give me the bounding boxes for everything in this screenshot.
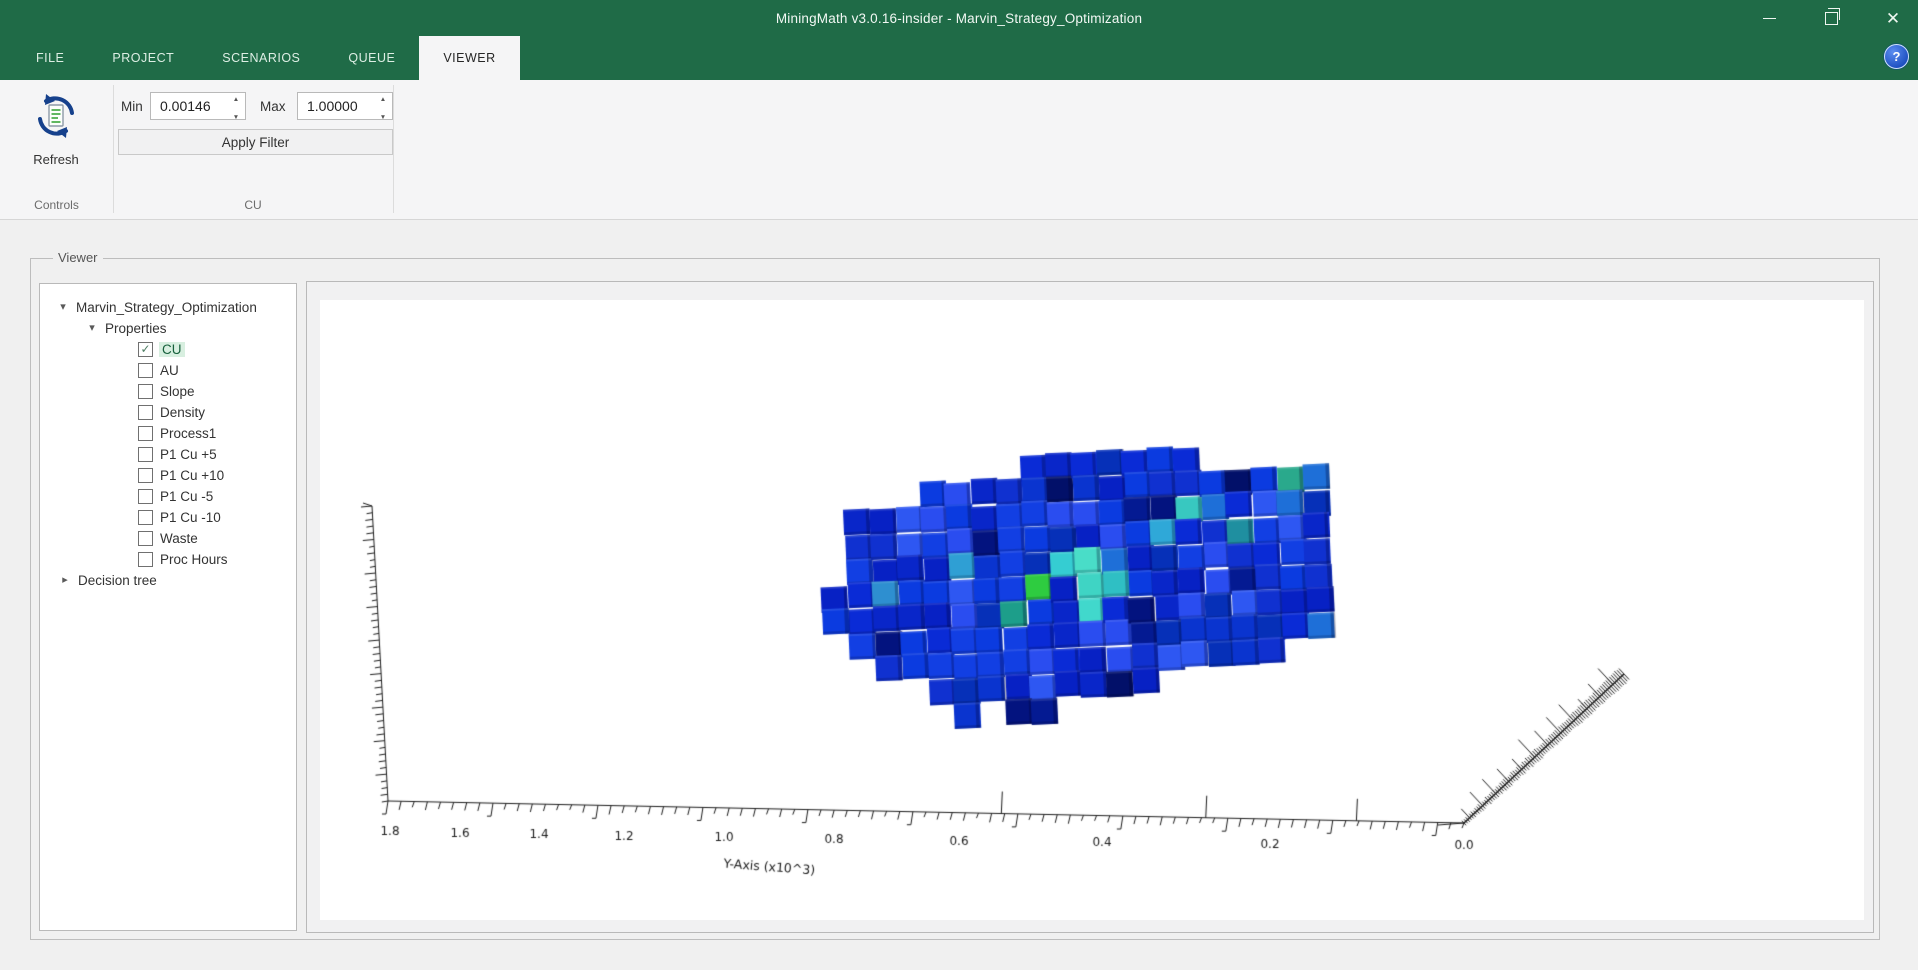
spin-up-icon[interactable] (380, 88, 386, 106)
tree-node-properties[interactable]: Properties (40, 318, 296, 339)
checkbox-icon[interactable] (138, 489, 153, 504)
checkbox-icon[interactable] (138, 426, 153, 441)
ribbon-group-separator (113, 85, 114, 213)
max-spinbox[interactable] (297, 92, 393, 120)
cu-group-label: CU (244, 198, 262, 212)
help-icon: ? (1892, 49, 1901, 64)
ribbon-tab-bar: FILE PROJECT SCENARIOS QUEUE VIEWER (0, 36, 1918, 80)
refresh-label: Refresh (33, 152, 79, 167)
tree-node-decision-tree[interactable]: Decision tree (40, 570, 296, 591)
checkbox-checked-icon[interactable] (138, 342, 153, 357)
tab-queue[interactable]: QUEUE (324, 36, 419, 80)
tree-item-p1cu-minus10[interactable]: P1 Cu -10 (40, 507, 296, 528)
checkbox-icon[interactable] (138, 363, 153, 378)
max-label: Max (260, 99, 286, 114)
viewer-groupbox-label: Viewer (53, 250, 103, 265)
viewer-groupbox: Viewer Marvin_Strategy_Optimization Prop… (30, 250, 1880, 940)
checkbox-icon[interactable] (138, 468, 153, 483)
min-label: Min (121, 99, 143, 114)
restore-icon (1824, 7, 1840, 25)
close-icon: ✕ (1885, 8, 1901, 28)
refresh-button[interactable]: Refresh (8, 86, 104, 194)
tree-item-waste[interactable]: Waste (40, 528, 296, 549)
spin-down-icon[interactable] (380, 106, 386, 124)
tree-item-au[interactable]: AU (40, 360, 296, 381)
checkbox-icon[interactable] (138, 510, 153, 525)
tree-item-process1[interactable]: Process1 (40, 423, 296, 444)
tree-item-density[interactable]: Density (40, 402, 296, 423)
minimize-button[interactable] (1760, 9, 1778, 27)
min-spinbox[interactable] (150, 92, 246, 120)
min-input[interactable] (151, 98, 227, 114)
tab-project[interactable]: PROJECT (88, 36, 198, 80)
render-panel (306, 281, 1874, 933)
tree-item-cu[interactable]: CU (40, 339, 296, 360)
tab-file[interactable]: FILE (12, 36, 88, 80)
tab-viewer[interactable]: VIEWER (419, 36, 520, 80)
checkbox-icon[interactable] (138, 552, 153, 567)
spin-down-icon[interactable] (233, 106, 239, 124)
checkbox-icon[interactable] (138, 405, 153, 420)
ribbon-group-separator (393, 85, 394, 213)
help-button[interactable]: ? (1884, 44, 1909, 69)
checkbox-icon[interactable] (138, 384, 153, 399)
min-spinner[interactable] (227, 93, 245, 119)
scenario-tree-panel: Marvin_Strategy_Optimization Properties … (39, 283, 297, 931)
restore-button[interactable] (1822, 7, 1840, 27)
tree-item-slope[interactable]: Slope (40, 381, 296, 402)
minimize-icon (1762, 17, 1776, 19)
tab-scenarios[interactable]: SCENARIOS (198, 36, 324, 80)
tree-item-p1cu-plus10[interactable]: P1 Cu +10 (40, 465, 296, 486)
max-input[interactable] (298, 98, 374, 114)
spin-up-icon[interactable] (233, 88, 239, 106)
tree-item-p1cu-minus5[interactable]: P1 Cu -5 (40, 486, 296, 507)
tree-node-root[interactable]: Marvin_Strategy_Optimization (40, 297, 296, 318)
apply-filter-button[interactable]: Apply Filter (118, 129, 393, 155)
checkbox-icon[interactable] (138, 447, 153, 462)
close-button[interactable]: ✕ (1884, 9, 1902, 27)
expand-icon[interactable] (59, 570, 71, 591)
collapse-icon[interactable] (86, 318, 98, 339)
3d-viewport[interactable] (320, 300, 1864, 920)
title-bar: MiningMath v3.0.16-insider - Marvin_Stra… (0, 0, 1918, 36)
refresh-icon (38, 94, 74, 138)
max-spinner[interactable] (374, 93, 392, 119)
collapse-icon[interactable] (57, 297, 69, 318)
tree-item-p1cu-plus5[interactable]: P1 Cu +5 (40, 444, 296, 465)
window-controls: ✕ (1760, 0, 1902, 36)
ribbon: Refresh Min Max Apply Filter Controls CU (0, 80, 1918, 220)
controls-group-label: Controls (34, 198, 79, 212)
checkbox-icon[interactable] (138, 531, 153, 546)
tree-item-proc-hours[interactable]: Proc Hours (40, 549, 296, 570)
window-title: MiningMath v3.0.16-insider - Marvin_Stra… (775, 10, 1143, 26)
